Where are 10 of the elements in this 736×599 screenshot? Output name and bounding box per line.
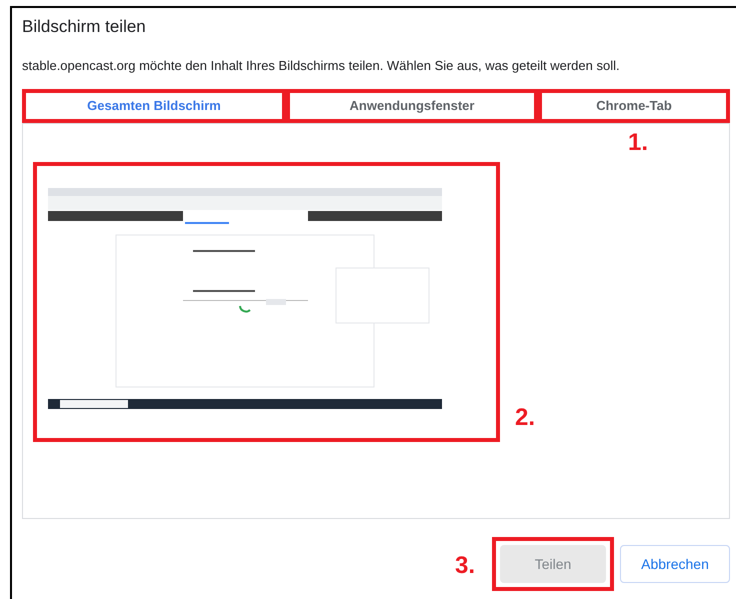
annotation-number: 1. [628, 128, 648, 158]
annotation-number: 2. [515, 403, 536, 433]
dialog-title: Bildschirm teilen [22, 16, 147, 38]
annotation-number: 3. [455, 551, 476, 581]
screen-preview-drawing[interactable] [48, 188, 442, 411]
tab[interactable]: Gesamten Bildschirm [26, 93, 282, 119]
tab[interactable]: Anwendungsfenster [290, 93, 534, 119]
cancel-button[interactable]: Abbrechen [620, 545, 730, 583]
tab[interactable]: Chrome-Tab [542, 93, 726, 119]
dialog-message: stable.opencast.org möchte den Inhalt Ihres Bildschirms teilen. Wählen Sie aus, was geteilt werden soll. [22, 56, 621, 75]
